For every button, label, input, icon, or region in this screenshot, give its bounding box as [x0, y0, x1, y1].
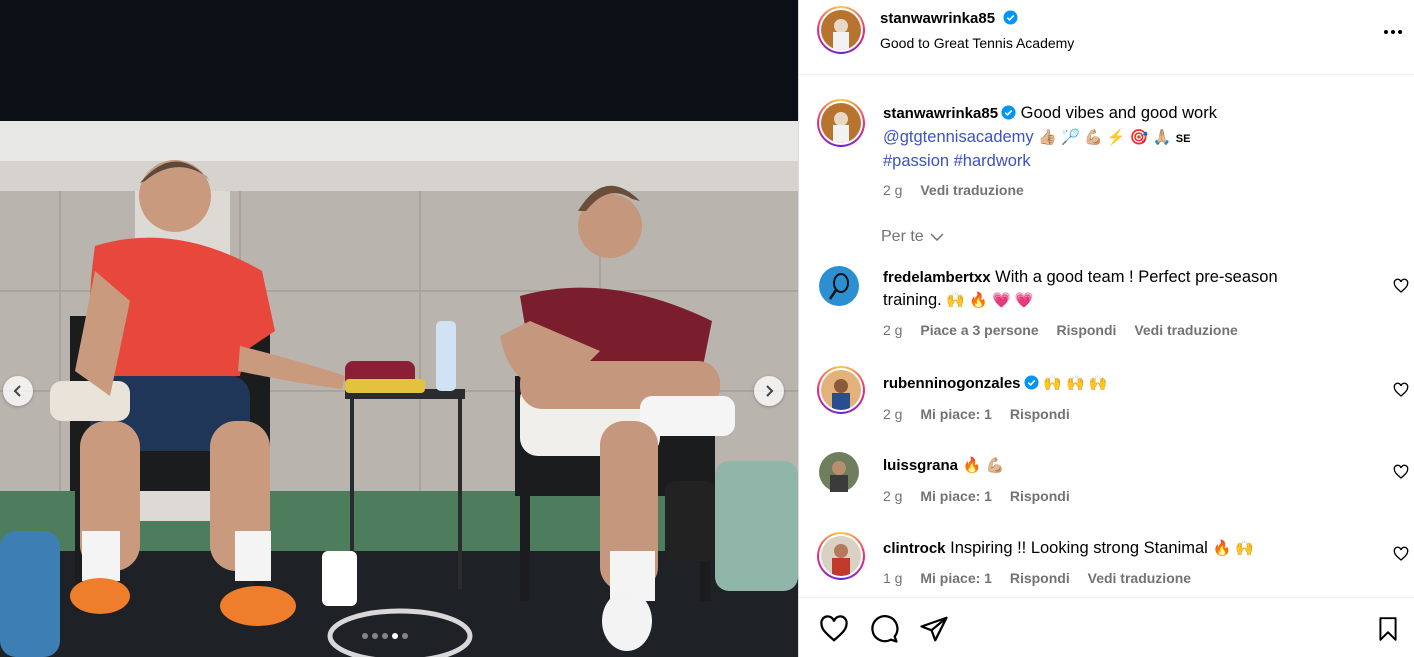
caption-time[interactable]: 2 g	[883, 182, 902, 198]
see-translation-button[interactable]: Vedi traduzione	[1134, 322, 1237, 338]
see-translation-button[interactable]: Vedi traduzione	[1088, 570, 1191, 586]
like-comment-heart-icon[interactable]	[1393, 464, 1409, 480]
carousel-dot	[372, 633, 378, 639]
like-comment-heart-icon[interactable]	[1393, 546, 1409, 562]
carousel-dot	[402, 633, 408, 639]
comment-sort-label: Per te	[881, 228, 924, 245]
caption-text: Good vibes and good work	[1020, 104, 1217, 122]
post-photo[interactable]	[0, 121, 798, 657]
verified-badge-icon	[1001, 105, 1016, 120]
comment-likes[interactable]: Piace a 3 persone	[920, 322, 1038, 338]
more-dots-icon	[1384, 30, 1402, 34]
comment-username[interactable]: luissgrana	[883, 457, 958, 474]
chevron-left-icon	[13, 385, 21, 397]
caption-avatar[interactable]	[817, 99, 865, 147]
more-options-button[interactable]	[1381, 20, 1405, 44]
comment-text: Inspiring !! Looking strong Stanimal	[950, 539, 1208, 557]
post-caption: stanwawrinka85 Good vibes and good work …	[883, 102, 1383, 201]
comment-time[interactable]: 2 g	[883, 322, 902, 338]
post-location[interactable]: Good to Great Tennis Academy	[880, 35, 1074, 51]
carousel-indicator	[362, 633, 408, 639]
comment-emojis: 🙌 🔥 💗 💗	[946, 292, 1034, 309]
commenter-avatar[interactable]	[819, 266, 859, 306]
avatar-image	[821, 370, 861, 410]
comment-sort-dropdown[interactable]: Per te	[881, 228, 944, 246]
chevron-down-icon	[930, 233, 944, 241]
like-comment-heart-icon[interactable]	[1393, 382, 1409, 398]
avatar-image	[821, 103, 861, 143]
comment-time[interactable]: 2 g	[883, 406, 902, 422]
comment-time[interactable]: 1 g	[883, 570, 902, 586]
see-translation-button[interactable]: Vedi traduzione	[920, 182, 1023, 198]
avatar-image	[821, 536, 861, 576]
post-details-pane: stanwawrinka85 Good to Great Tennis Acad…	[798, 0, 1414, 657]
hashtag-links[interactable]: #passion #hardwork	[883, 150, 1383, 173]
carousel-dot	[362, 633, 368, 639]
next-image-button[interactable]	[754, 376, 784, 406]
comment-likes[interactable]: Mi piace: 1	[920, 488, 992, 504]
previous-image-button[interactable]	[3, 376, 33, 406]
commenter-avatar[interactable]	[817, 366, 865, 414]
author-avatar[interactable]	[817, 6, 865, 54]
comment-emojis: 🙌 🙌 🙌	[1043, 375, 1108, 392]
comment-body: clintrock Inspiring !! Looking strong St…	[883, 537, 1333, 560]
verified-badge-icon	[1023, 375, 1039, 390]
chevron-right-icon	[766, 385, 774, 397]
post-header: stanwawrinka85 Good to Great Tennis Acad…	[799, 0, 1414, 75]
reply-button[interactable]: Rispondi	[1010, 406, 1070, 422]
reply-button[interactable]: Rispondi	[1010, 488, 1070, 504]
comment-likes[interactable]: Mi piace: 1	[920, 406, 992, 422]
share-send-icon[interactable]	[919, 614, 949, 644]
caption-username[interactable]: stanwawrinka85	[883, 105, 998, 122]
reply-button[interactable]: Rispondi	[1057, 322, 1117, 338]
comment-bubble-icon[interactable]	[869, 614, 899, 644]
avatar-image	[821, 10, 861, 50]
author-username[interactable]: stanwawrinka85	[880, 10, 995, 27]
post-action-bar	[799, 597, 1414, 657]
verified-badge-icon	[1002, 10, 1018, 25]
comment-emojis: 🔥 💪🏼	[962, 457, 1005, 474]
comment-body: rubenninogonzales 🙌 🙌 🙌	[883, 372, 1333, 395]
comment-username[interactable]: clintrock	[883, 540, 946, 557]
comment-likes[interactable]: Mi piace: 1	[920, 570, 992, 586]
caption-se: SE	[1175, 132, 1191, 145]
carousel-dot	[382, 633, 388, 639]
commenter-avatar[interactable]	[819, 452, 859, 492]
comment-username[interactable]: fredelambertxx	[883, 269, 991, 286]
like-comment-heart-icon[interactable]	[1393, 278, 1409, 294]
post-media	[0, 0, 798, 657]
caption-emojis: 👍🏼 🏸 💪🏼 ⚡ 🎯 🙏🏼	[1038, 128, 1172, 146]
reply-button[interactable]: Rispondi	[1010, 570, 1070, 586]
bookmark-icon[interactable]	[1375, 614, 1401, 644]
carousel-dot-active	[392, 633, 398, 639]
comment-body: luissgrana 🔥 💪🏼	[883, 454, 1333, 477]
comment-time[interactable]: 2 g	[883, 488, 902, 504]
commenter-avatar[interactable]	[817, 532, 865, 580]
mention-link[interactable]: @gtgtennisacademy	[883, 128, 1034, 146]
comment-emojis: 🔥 🙌	[1212, 540, 1254, 557]
comment-body: fredelambertxx With a good team ! Perfec…	[883, 266, 1333, 312]
like-heart-icon[interactable]	[819, 614, 849, 644]
comment-username[interactable]: rubenninogonzales	[883, 375, 1021, 392]
